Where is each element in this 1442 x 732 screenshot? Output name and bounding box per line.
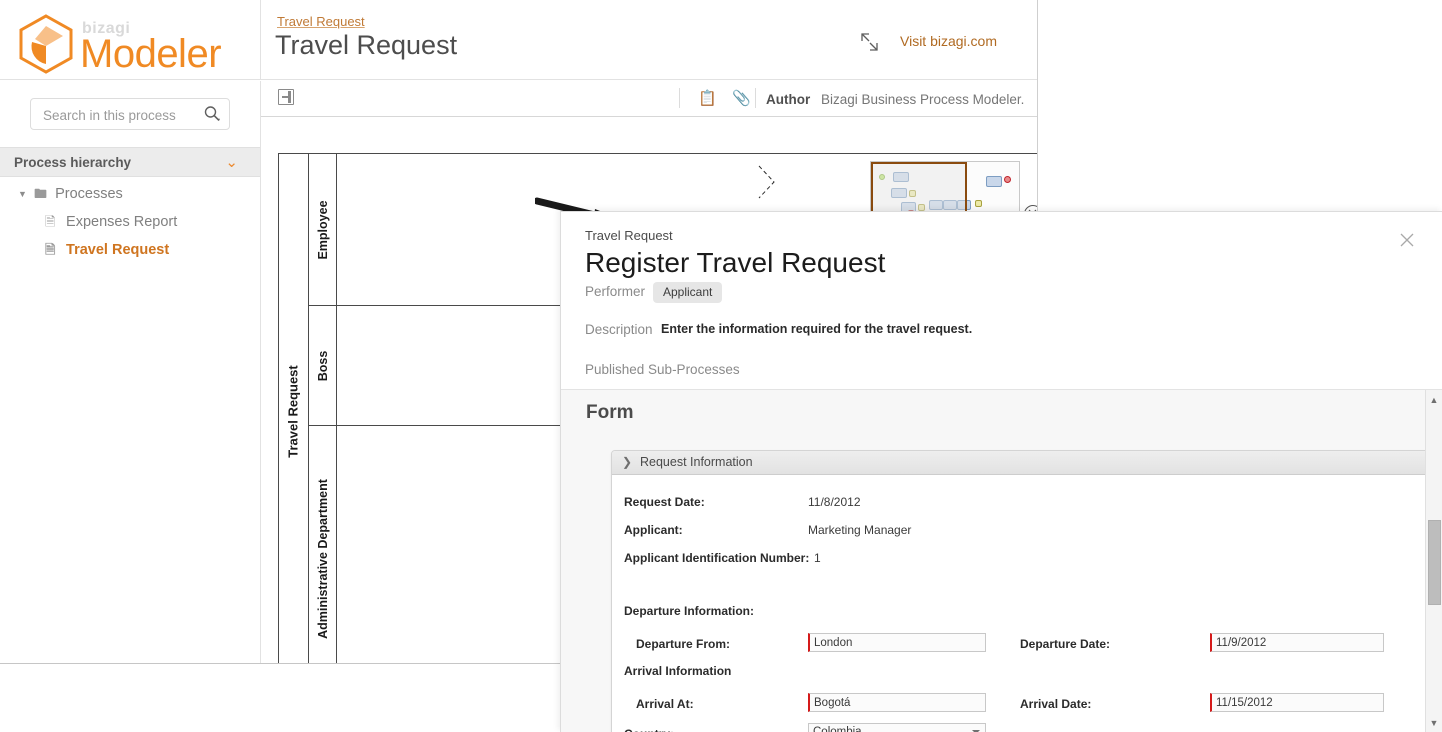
form-heading: Form [586, 402, 634, 423]
search-icon[interactable] [203, 105, 221, 123]
toolbar-separator [679, 88, 680, 108]
visit-bizagi-link[interactable]: Visit bizagi.com [900, 33, 997, 49]
expand-arrows-icon[interactable] [857, 30, 883, 54]
field-label-applicant-id: Applicant Identification Number: [624, 551, 810, 565]
bizagi-hex-logo-icon [19, 14, 73, 74]
caret-down-icon[interactable]: ▼ [18, 182, 30, 206]
pool-label-text: Travel Request [285, 365, 301, 458]
app-header: bizagi Modeler Travel Request Travel Req… [0, 0, 1037, 80]
field-value-applicant: Marketing Manager [808, 523, 912, 537]
field-label-applicant: Applicant: [624, 523, 683, 537]
document-icon[interactable]: 📋 [698, 90, 717, 107]
form-section-title: Request Information [640, 455, 753, 469]
scroll-down-arrow-icon[interactable]: ▼ [1426, 715, 1442, 731]
sidebar: Process hierarchy ⌄ ▼ 🖿 Processes 🗎 Expe… [0, 81, 261, 663]
brand-logo[interactable]: bizagi Modeler [18, 8, 258, 76]
sidebar-item-label: Processes [55, 186, 123, 203]
performer-label: Performer [585, 284, 646, 299]
country-select-value: Colombia [813, 726, 862, 732]
form-card: ❯ Request Information Request Date: 11/8… [611, 450, 1431, 732]
departure-date-input[interactable] [1210, 633, 1384, 652]
page-title: Travel Request [275, 30, 458, 60]
sidebar-item-travel-request[interactable]: 🗎 Travel Request [45, 238, 169, 262]
close-icon[interactable] [1398, 231, 1418, 251]
brand-title: Modeler [80, 32, 222, 76]
form-region: Form ❯ Request Information Request Date:… [561, 390, 1442, 732]
lane-label-text: Boss [315, 350, 330, 381]
scrollbar-thumb[interactable] [1428, 520, 1441, 605]
field-label-arrival-at: Arrival At: [636, 697, 694, 711]
field-label-departure-from: Departure From: [636, 637, 731, 651]
pool-label: Travel Request [279, 154, 309, 663]
page-icon: 🗎 [45, 242, 56, 258]
panel-title: Register Travel Request [585, 247, 886, 278]
page-icon: 🗎 [45, 214, 56, 230]
diagram-toolbar: 📋 📎 Author Bizagi Business Process Model… [261, 81, 1037, 117]
sidebar-item-label: Expenses Report [66, 214, 178, 231]
paperclip-icon[interactable]: 📎 [732, 90, 751, 107]
collapse-panel-icon[interactable] [278, 89, 294, 105]
panel-scrollbar[interactable]: ▲ ▼ [1425, 390, 1442, 732]
breadcrumb[interactable]: Travel Request [277, 14, 365, 29]
description-label: Description [585, 322, 653, 337]
field-label-country: Country: [624, 727, 674, 732]
field-label-request-date: Request Date: [624, 495, 705, 509]
description-text: Enter the information required for the t… [661, 322, 973, 336]
group-label-departure: Departure Information: [624, 604, 755, 618]
element-detail-panel: Travel Request Register Travel Request P… [560, 211, 1442, 732]
author-value: Bizagi Business Process Modeler. [821, 92, 1025, 107]
group-label-arrival: Arrival Information [624, 664, 732, 678]
search-input[interactable] [41, 99, 205, 131]
author-label: Author [766, 92, 811, 107]
process-hierarchy-header[interactable]: Process hierarchy ⌄ [0, 147, 260, 177]
sidebar-item-processes[interactable]: ▼ 🖿 Processes [18, 182, 123, 206]
arrival-at-input[interactable] [808, 693, 986, 712]
lane-label-text: Administrative Department [315, 479, 330, 639]
country-select[interactable]: Colombia [808, 723, 986, 732]
chevron-right-icon[interactable]: ❯ [622, 455, 632, 469]
performer-badge: Applicant [653, 282, 723, 303]
arrival-date-input[interactable] [1210, 693, 1384, 712]
chevron-down-icon[interactable]: ⌄ [225, 155, 238, 170]
search-box[interactable] [30, 98, 230, 131]
folder-icon: 🖿 [34, 186, 48, 202]
lane-label-text: Employee [315, 199, 330, 260]
header-divider [260, 0, 261, 80]
field-label-departure-date: Departure Date: [1020, 637, 1111, 651]
screenshot-root: bizagi Modeler Travel Request Travel Req… [0, 0, 1442, 732]
toolbar-separator [755, 88, 756, 108]
published-subprocesses-label: Published Sub-Processes [585, 362, 740, 377]
field-value-applicant-id: 1 [814, 551, 821, 565]
panel-eyebrow: Travel Request [585, 228, 673, 243]
form-section-header[interactable]: ❯ Request Information [612, 451, 1430, 475]
lane-label: Employee [309, 154, 337, 305]
departure-from-input[interactable] [808, 633, 986, 652]
sidebar-item-expenses-report[interactable]: 🗎 Expenses Report [45, 210, 177, 234]
process-hierarchy-title: Process hierarchy [14, 155, 132, 170]
lane-label: Boss [309, 306, 337, 425]
scroll-up-arrow-icon[interactable]: ▲ [1426, 392, 1442, 408]
field-value-request-date: 11/8/2012 [808, 495, 861, 509]
lane-label: Administrative Department [309, 426, 337, 663]
sidebar-item-label: Travel Request [66, 242, 170, 259]
field-label-arrival-date: Arrival Date: [1020, 697, 1092, 711]
